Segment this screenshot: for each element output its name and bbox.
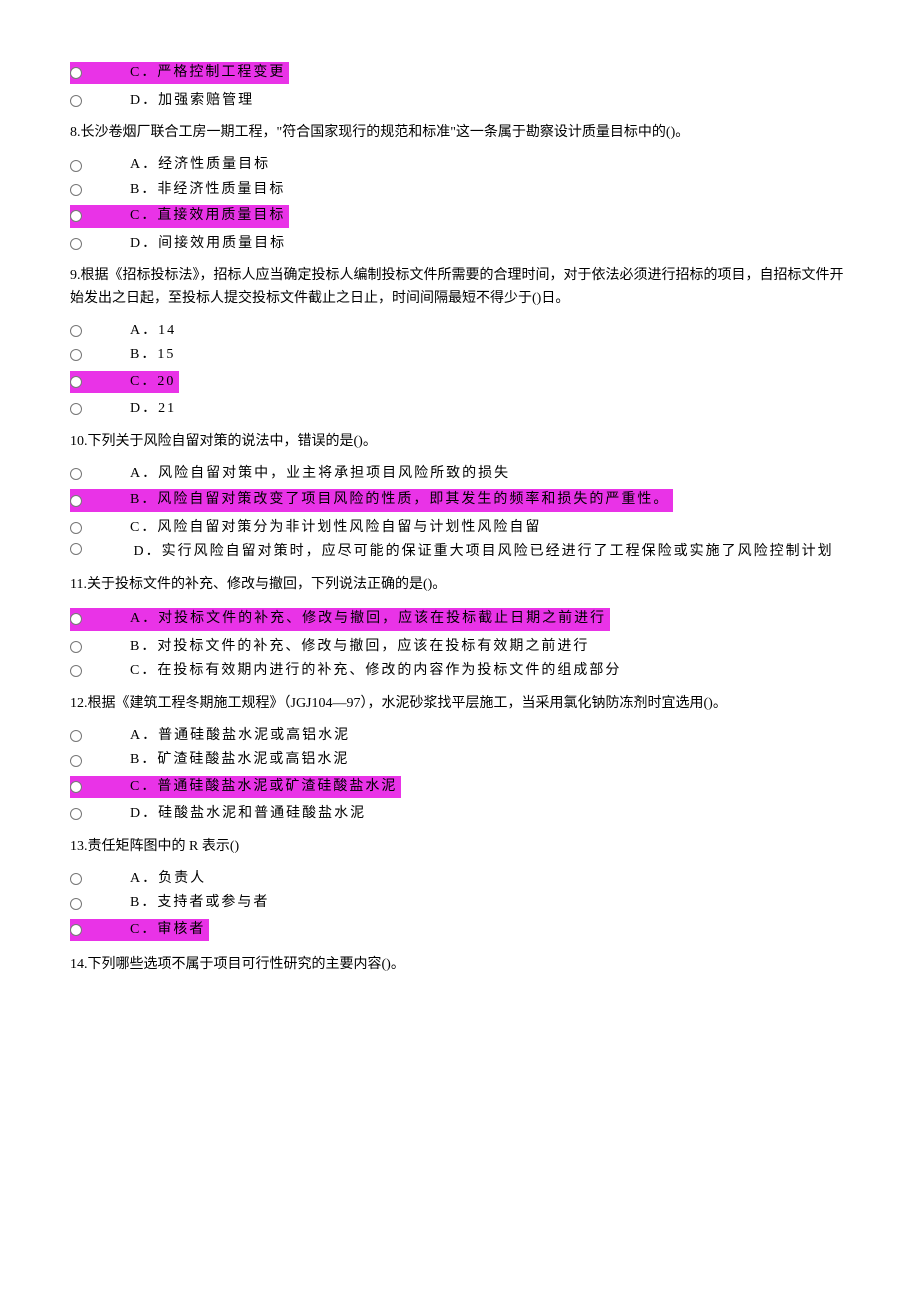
radio-icon[interactable]	[70, 924, 82, 936]
radio-icon[interactable]	[70, 808, 82, 820]
question-10-text: 10.下列关于风险自留对策的说法中，错误的是()。	[70, 431, 850, 453]
radio-icon[interactable]	[70, 95, 82, 107]
radio-icon[interactable]	[70, 468, 82, 480]
q10-option-a[interactable]: A．风险自留对策中，业主将承担项目风险所致的损失	[70, 463, 850, 485]
question-14-text: 14.下列哪些选项不属于项目可行性研究的主要内容()。	[70, 954, 850, 976]
q13-option-b[interactable]: B．支持者或参与者	[70, 892, 850, 914]
radio-icon[interactable]	[70, 665, 82, 677]
radio-icon[interactable]	[70, 873, 82, 885]
radio-icon[interactable]	[70, 67, 82, 79]
option-label: D．硅酸盐水泥和普通硅酸盐水泥	[130, 803, 366, 825]
radio-icon[interactable]	[70, 376, 82, 388]
option-label: A．普通硅酸盐水泥或高铝水泥	[130, 725, 350, 747]
option-label: C．在投标有效期内进行的补充、修改的内容作为投标文件的组成部分	[130, 660, 621, 682]
option-label: B．矿渣硅酸盐水泥或高铝水泥	[130, 749, 349, 771]
q7-option-c[interactable]: C．严格控制工程变更	[70, 62, 289, 84]
question-11-text: 11.关于投标文件的补充、修改与撤回，下列说法正确的是()。	[70, 574, 850, 596]
radio-icon[interactable]	[70, 543, 82, 555]
option-label: B．风险自留对策改变了项目风险的性质，即其发生的频率和损失的严重性。	[130, 489, 669, 511]
radio-icon[interactable]	[70, 160, 82, 172]
q9-option-c[interactable]: C．20	[70, 371, 179, 393]
question-8-text: 8.长沙卷烟厂联合工房一期工程，"符合国家现行的规范和标准"这一条属于勘察设计质…	[70, 122, 850, 144]
q10-option-d[interactable]: D．实行风险自留对策时，应尽可能的保证重大项目风险已经进行了工程保险或实施了风险…	[70, 541, 850, 563]
radio-icon[interactable]	[70, 184, 82, 196]
option-label: A．经济性质量目标	[130, 154, 270, 176]
option-label: D．间接效用质量目标	[130, 233, 286, 255]
option-label: D．加强索赔管理	[130, 90, 254, 112]
q11-option-a[interactable]: A．对投标文件的补充、修改与撤回，应该在投标截止日期之前进行	[70, 608, 610, 630]
q12-option-a[interactable]: A．普通硅酸盐水泥或高铝水泥	[70, 725, 850, 747]
q9-option-b[interactable]: B．15	[70, 344, 850, 366]
radio-icon[interactable]	[70, 755, 82, 767]
q12-option-b[interactable]: B．矿渣硅酸盐水泥或高铝水泥	[70, 749, 850, 771]
option-label: C．20	[130, 371, 175, 393]
q11-option-b[interactable]: B．对投标文件的补充、修改与撤回，应该在投标有效期之前进行	[70, 636, 850, 658]
q12-option-c[interactable]: C．普通硅酸盐水泥或矿渣硅酸盐水泥	[70, 776, 401, 798]
q8-option-d[interactable]: D．间接效用质量目标	[70, 233, 850, 255]
option-label: D．实行风险自留对策时，应尽可能的保证重大项目风险已经进行了工程保险或实施了风险…	[134, 544, 834, 559]
option-label: A．14	[130, 320, 176, 342]
radio-icon[interactable]	[70, 613, 82, 625]
radio-icon[interactable]	[70, 325, 82, 337]
question-13-text: 13.责任矩阵图中的 R 表示()	[70, 836, 850, 858]
radio-icon[interactable]	[70, 781, 82, 793]
radio-icon[interactable]	[70, 238, 82, 250]
option-label: D．21	[130, 398, 176, 420]
radio-icon[interactable]	[70, 730, 82, 742]
radio-icon[interactable]	[70, 898, 82, 910]
radio-icon[interactable]	[70, 349, 82, 361]
q8-option-a[interactable]: A．经济性质量目标	[70, 154, 850, 176]
q13-option-c[interactable]: C．审核者	[70, 919, 209, 941]
q9-option-d[interactable]: D．21	[70, 398, 850, 420]
option-label: C．直接效用质量目标	[130, 205, 285, 227]
q9-option-a[interactable]: A．14	[70, 320, 850, 342]
radio-icon[interactable]	[70, 403, 82, 415]
option-label: B．支持者或参与者	[130, 892, 269, 914]
option-label: B．15	[130, 344, 175, 366]
option-label: A．对投标文件的补充、修改与撤回，应该在投标截止日期之前进行	[130, 608, 606, 630]
option-label: B．非经济性质量目标	[130, 179, 285, 201]
option-label: C．审核者	[130, 919, 205, 941]
option-label: C．普通硅酸盐水泥或矿渣硅酸盐水泥	[130, 776, 397, 798]
question-12-text: 12.根据《建筑工程冬期施工规程》（JGJ104—97），水泥砂浆找平层施工，当…	[70, 693, 850, 715]
option-label: A．风险自留对策中，业主将承担项目风险所致的损失	[130, 463, 510, 485]
radio-icon[interactable]	[70, 522, 82, 534]
question-9-text: 9.根据《招标投标法》，招标人应当确定投标人编制投标文件所需要的合理时间，对于依…	[70, 265, 850, 310]
option-label: A．负责人	[130, 868, 206, 890]
radio-icon[interactable]	[70, 210, 82, 222]
q12-option-d[interactable]: D．硅酸盐水泥和普通硅酸盐水泥	[70, 803, 850, 825]
option-label: C．严格控制工程变更	[130, 62, 285, 84]
q8-option-b[interactable]: B．非经济性质量目标	[70, 179, 850, 201]
option-label: B．对投标文件的补充、修改与撤回，应该在投标有效期之前进行	[130, 636, 589, 658]
q10-option-c[interactable]: C．风险自留对策分为非计划性风险自留与计划性风险自留	[70, 517, 850, 539]
q11-option-c[interactable]: C．在投标有效期内进行的补充、修改的内容作为投标文件的组成部分	[70, 660, 850, 682]
q13-option-a[interactable]: A．负责人	[70, 868, 850, 890]
radio-icon[interactable]	[70, 495, 82, 507]
option-label: C．风险自留对策分为非计划性风险自留与计划性风险自留	[130, 517, 541, 539]
radio-icon[interactable]	[70, 641, 82, 653]
q10-option-b[interactable]: B．风险自留对策改变了项目风险的性质，即其发生的频率和损失的严重性。	[70, 489, 673, 511]
q7-option-d[interactable]: D．加强索赔管理	[70, 90, 850, 112]
q8-option-c[interactable]: C．直接效用质量目标	[70, 205, 289, 227]
